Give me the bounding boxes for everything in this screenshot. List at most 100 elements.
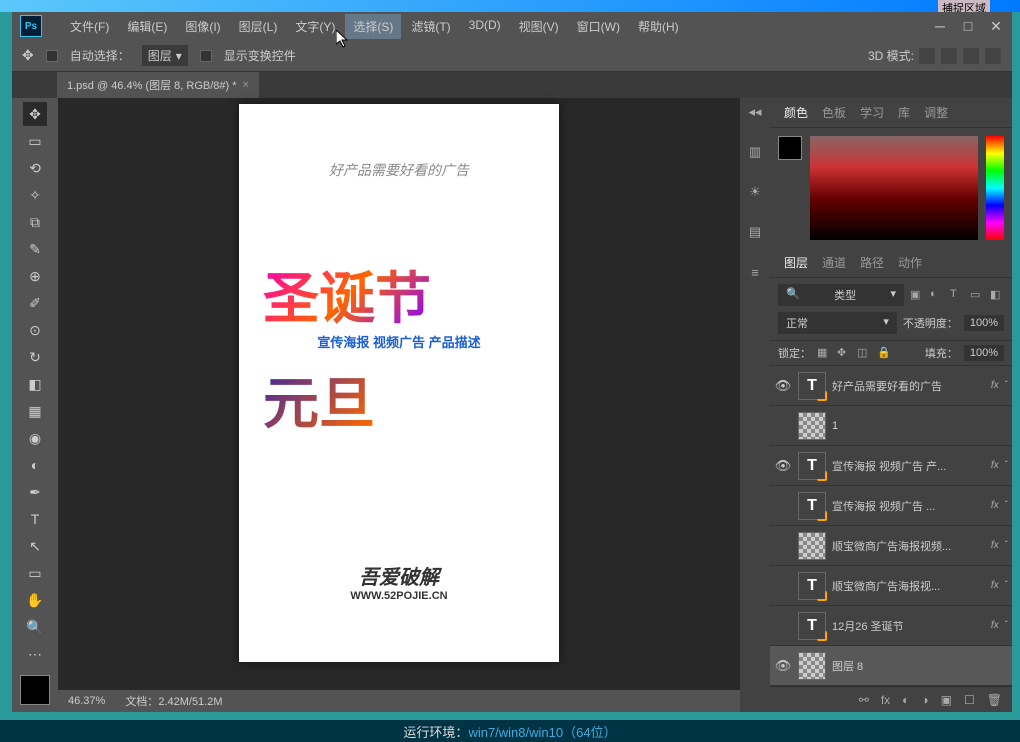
color-tab-4[interactable]: 调整: [918, 100, 954, 125]
lock-all-icon[interactable]: 🔒: [877, 346, 891, 360]
layer-visibility-icon[interactable]: 👁: [774, 458, 792, 474]
show-transform-checkbox[interactable]: [200, 50, 212, 62]
layer-name[interactable]: 1: [832, 420, 1008, 432]
layer-thumbnail[interactable]: [798, 412, 826, 440]
document-canvas[interactable]: 好产品需要好看的广告 圣诞节 宣传海报 视频广告 产品描述 元旦 吾爱破解 WW…: [239, 104, 559, 662]
layer-mask-icon[interactable]: ◐: [902, 693, 909, 707]
menu-滤镜t[interactable]: 滤镜(T): [403, 14, 458, 39]
layer-name[interactable]: 顺宝微商广告海报视频...: [832, 538, 985, 554]
color-tab-1[interactable]: 色板: [816, 100, 852, 125]
layer-fx-badge[interactable]: fx: [991, 580, 999, 591]
color-field[interactable]: [810, 136, 978, 240]
menu-文件f[interactable]: 文件(F): [62, 14, 117, 39]
blend-mode-dropdown[interactable]: 正常▾: [778, 312, 897, 334]
zoom-tool[interactable]: 🔍: [23, 615, 47, 639]
layer-row[interactable]: 1: [770, 406, 1012, 446]
menu-图像i[interactable]: 图像(I): [177, 14, 228, 39]
hue-slider[interactable]: [986, 136, 1004, 240]
layer-visibility-icon[interactable]: 👁: [774, 658, 792, 674]
layer-name[interactable]: 宣传海报 视频广告 产...: [832, 458, 985, 474]
dodge-tool[interactable]: ◐: [23, 453, 47, 477]
close-button[interactable]: ✕: [988, 18, 1004, 35]
shape-tool[interactable]: ▭: [23, 561, 47, 585]
move-tool[interactable]: ✥: [23, 102, 47, 126]
chevron-down-icon[interactable]: ˇ: [1005, 460, 1008, 471]
foreground-swatch[interactable]: [778, 136, 802, 160]
auto-select-checkbox[interactable]: [46, 50, 58, 62]
menu-视图v[interactable]: 视图(V): [511, 14, 567, 39]
opacity-value[interactable]: 100%: [964, 315, 1004, 331]
layer-thumbnail[interactable]: [798, 532, 826, 560]
hand-tool[interactable]: ✋: [23, 588, 47, 612]
pen-tool[interactable]: ✒: [23, 480, 47, 504]
chevron-down-icon[interactable]: ˇ: [1005, 580, 1008, 591]
menu-编辑e[interactable]: 编辑(E): [119, 14, 175, 39]
layer-row[interactable]: 👁 图层 8: [770, 646, 1012, 686]
properties-panel-icon[interactable]: ▤: [745, 222, 765, 242]
layer-name[interactable]: 宣传海报 视频广告 ...: [832, 498, 985, 514]
path-select-tool[interactable]: ↖: [23, 534, 47, 558]
healing-tool[interactable]: ⊕: [23, 264, 47, 288]
text-tool[interactable]: T: [23, 507, 47, 531]
layer-fx-badge[interactable]: fx: [991, 540, 999, 551]
panel-expand-icon[interactable]: ◂◂: [745, 102, 765, 122]
share-icon[interactable]: [984, 47, 1002, 65]
menu-3dd[interactable]: 3D(D): [461, 14, 509, 39]
layer-thumbnail[interactable]: !: [798, 612, 826, 640]
menu-选择s[interactable]: 选择(S): [345, 14, 401, 39]
layer-filter-dropdown[interactable]: 🔍 类型 ▾: [778, 284, 904, 306]
blur-tool[interactable]: ◉: [23, 426, 47, 450]
layer-name[interactable]: 顺宝微商广告海报视...: [832, 578, 985, 594]
layer-thumbnail[interactable]: !: [798, 572, 826, 600]
auto-select-dropdown[interactable]: 图层▾: [142, 45, 188, 66]
filter-adjust-icon[interactable]: ◐: [930, 288, 944, 302]
layers-tab-3[interactable]: 动作: [892, 250, 928, 275]
adjustment-layer-icon[interactable]: ◑: [921, 693, 928, 707]
color-tab-3[interactable]: 库: [892, 100, 916, 125]
layer-name[interactable]: 图层 8: [832, 658, 1008, 674]
layer-fx-badge[interactable]: fx: [991, 380, 999, 391]
menu-图层l[interactable]: 图层(L): [231, 14, 286, 39]
color-tab-0[interactable]: 颜色: [778, 100, 814, 125]
layer-row[interactable]: ! 宣传海报 视频广告 ... fx ˇ: [770, 486, 1012, 526]
chevron-down-icon[interactable]: ˇ: [1005, 540, 1008, 551]
layer-thumbnail[interactable]: !: [798, 492, 826, 520]
chevron-down-icon[interactable]: ˇ: [1005, 500, 1008, 511]
minimize-button[interactable]: ─: [932, 18, 948, 35]
maximize-button[interactable]: □: [960, 18, 976, 35]
edit-toolbar-icon[interactable]: ⋯: [23, 642, 47, 666]
new-layer-icon[interactable]: ☐: [964, 693, 975, 707]
history-panel-icon[interactable]: ▥: [745, 142, 765, 162]
filter-shape-icon[interactable]: ▭: [970, 288, 984, 302]
menu-文字y[interactable]: 文字(Y): [287, 14, 343, 39]
layer-name[interactable]: 好产品需要好看的广告: [832, 378, 985, 394]
chevron-down-icon[interactable]: ˇ: [1005, 620, 1008, 631]
delete-layer-icon[interactable]: 🗑: [987, 693, 1002, 707]
brush-tool[interactable]: ✐: [23, 291, 47, 315]
lock-pixels-icon[interactable]: ▦: [817, 346, 831, 360]
layer-row[interactable]: 👁!宣传海报 视频广告 产...fxˇ: [770, 446, 1012, 486]
lasso-tool[interactable]: ⟲: [23, 156, 47, 180]
fill-value[interactable]: 100%: [964, 345, 1004, 361]
layer-row[interactable]: ! 12月26 圣诞节 fx ˇ: [770, 606, 1012, 646]
layers-tab-0[interactable]: 图层: [778, 250, 814, 275]
foreground-color[interactable]: [20, 675, 50, 705]
tab-close-icon[interactable]: ×: [243, 79, 249, 91]
stamp-tool[interactable]: ⊙: [23, 318, 47, 342]
gradient-tool[interactable]: ▦: [23, 399, 47, 423]
crop-tool[interactable]: ⧉: [23, 210, 47, 234]
filter-smart-icon[interactable]: ◧: [990, 288, 1004, 302]
adjustments-panel-icon[interactable]: ☀: [745, 182, 765, 202]
align-button[interactable]: [962, 47, 980, 65]
layer-name[interactable]: 12月26 圣诞节: [832, 618, 985, 634]
link-layers-icon[interactable]: ⚯: [859, 693, 869, 707]
layer-fx-badge[interactable]: fx: [991, 620, 999, 631]
filter-text-icon[interactable]: T: [950, 288, 964, 302]
layer-row[interactable]: ! 顺宝微商广告海报视... fx ˇ: [770, 566, 1012, 606]
align-button[interactable]: [918, 47, 936, 65]
eraser-tool[interactable]: ◧: [23, 372, 47, 396]
menu-帮助h[interactable]: 帮助(H): [630, 14, 687, 39]
magic-wand-tool[interactable]: ✧: [23, 183, 47, 207]
chevron-down-icon[interactable]: ˇ: [1005, 380, 1008, 391]
layer-fx-badge[interactable]: fx: [991, 500, 999, 511]
